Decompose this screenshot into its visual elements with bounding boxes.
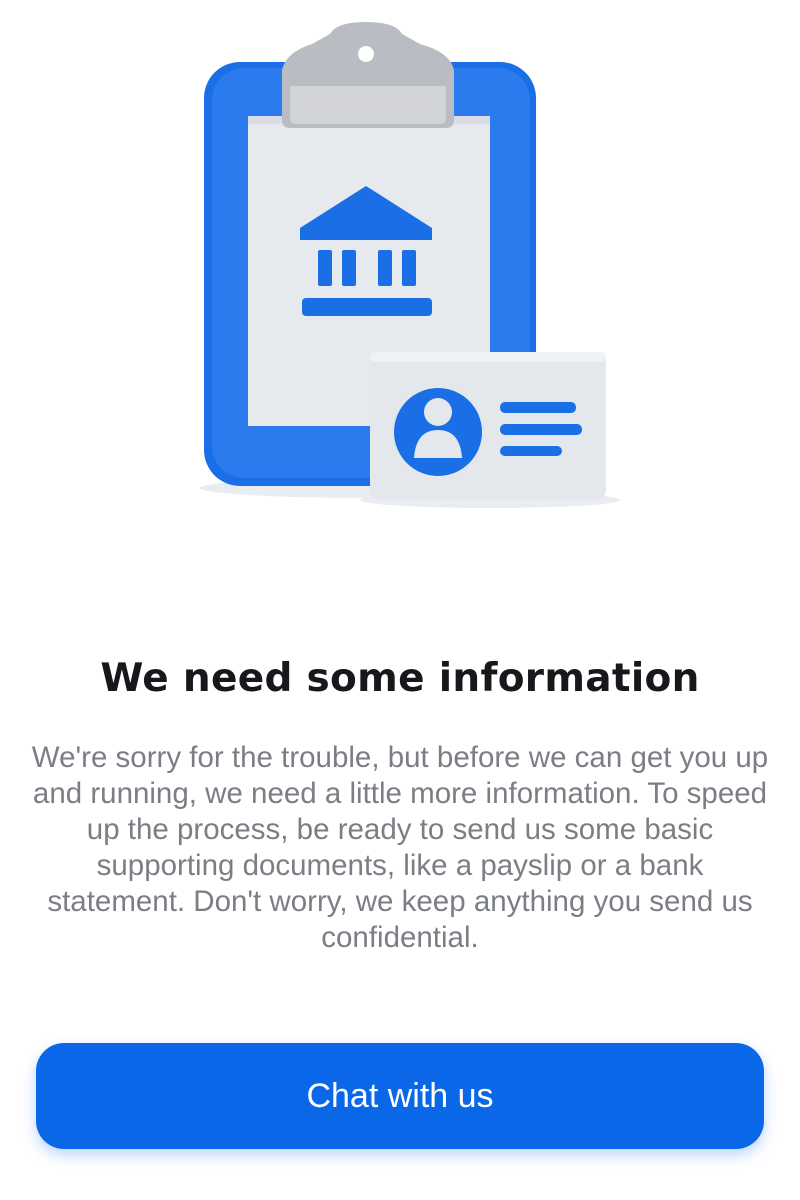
page-title: We need some information <box>100 656 700 701</box>
documents-illustration <box>200 22 620 508</box>
id-card-icon <box>360 352 620 508</box>
chat-with-us-button[interactable]: Chat with us <box>36 1043 764 1149</box>
info-message: We're sorry for the trouble, but before … <box>31 741 769 954</box>
